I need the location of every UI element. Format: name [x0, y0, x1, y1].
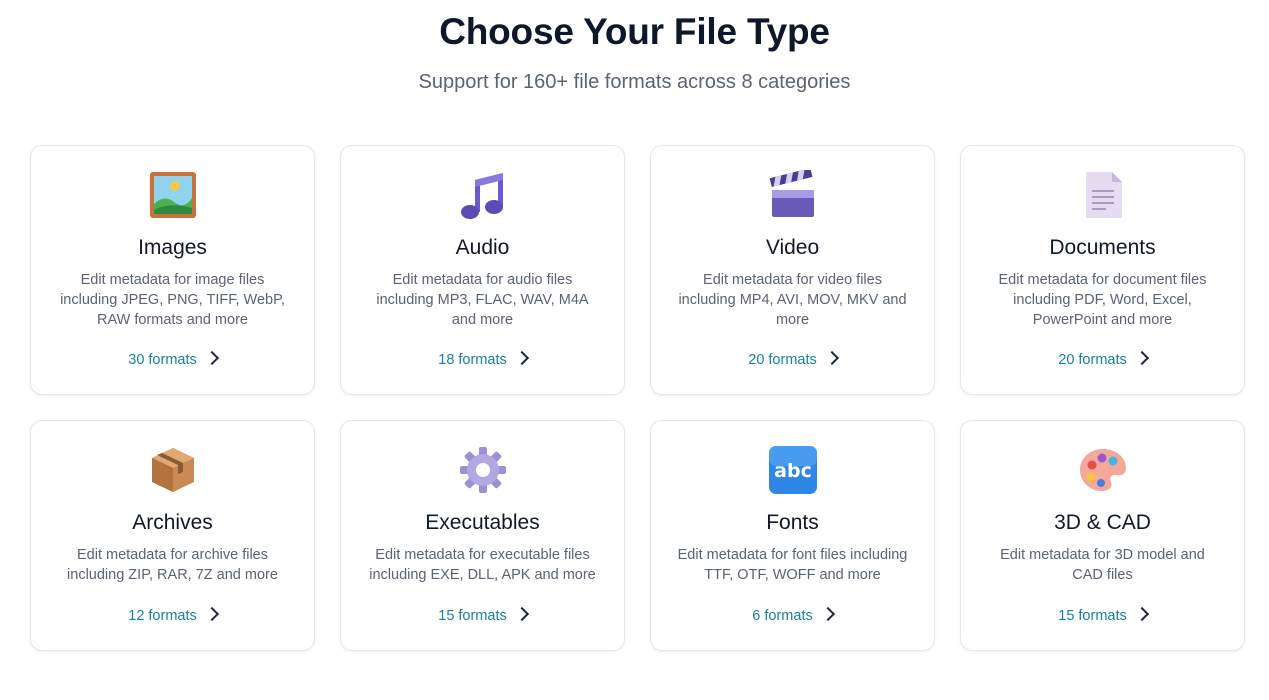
category-card-executables[interactable]: Executables Edit metadata for executable…	[340, 420, 625, 651]
card-title: 3D & CAD	[1054, 511, 1151, 534]
chevron-right-icon	[1134, 606, 1149, 622]
package-box-icon	[148, 445, 198, 495]
page-subtitle: Support for 160+ file formats across 8 c…	[418, 71, 851, 93]
clapper-board-icon	[768, 170, 818, 220]
page-title: Choose Your File Type	[439, 11, 830, 52]
category-card-video[interactable]: Video Edit metadata for video files incl…	[650, 145, 935, 395]
category-card-audio[interactable]: Audio Edit metadata for audio files incl…	[340, 145, 625, 395]
formats-count: 30 formats	[128, 352, 197, 368]
category-card-3d-cad[interactable]: 3D & CAD Edit metadata for 3D model and …	[960, 420, 1245, 651]
formats-count: 18 formats	[438, 352, 507, 368]
formats-count: 15 formats	[438, 608, 507, 624]
card-description: Edit metadata for image files including …	[60, 272, 285, 328]
card-description: Edit metadata for archive files includin…	[67, 547, 278, 583]
music-note-icon	[458, 170, 508, 220]
card-title: Video	[765, 236, 820, 259]
framed-picture-icon	[148, 170, 198, 220]
gear-icon	[458, 445, 508, 495]
formats-count: 12 formats	[128, 608, 197, 624]
formats-link[interactable]: 6 formats	[651, 606, 934, 626]
card-description: Edit metadata for executable files inclu…	[369, 547, 596, 583]
formats-link[interactable]: 15 formats	[341, 606, 624, 626]
category-card-fonts[interactable]: abc Fonts Edit metadata for font files i…	[650, 420, 935, 651]
chevron-right-icon	[1134, 350, 1149, 366]
formats-count: 20 formats	[1058, 352, 1127, 368]
svg-text:abc: abc	[774, 460, 812, 482]
card-title: Archives	[132, 511, 213, 534]
file-type-grid: Images Edit metadata for image files inc…	[30, 145, 1245, 651]
chevron-right-icon	[204, 350, 219, 366]
card-title: Fonts	[766, 511, 819, 534]
formats-link[interactable]: 30 formats	[31, 350, 314, 370]
card-title: Images	[138, 236, 207, 259]
category-card-archives[interactable]: Archives Edit metadata for archive files…	[30, 420, 315, 651]
chevron-right-icon	[824, 350, 839, 366]
card-description: Edit metadata for 3D model and CAD files	[1000, 547, 1205, 583]
category-card-images[interactable]: Images Edit metadata for image files inc…	[30, 145, 315, 395]
chevron-right-icon	[514, 350, 529, 366]
formats-count: 15 formats	[1058, 608, 1127, 624]
formats-count: 20 formats	[748, 352, 817, 368]
formats-link[interactable]: 15 formats	[961, 606, 1244, 626]
artist-palette-icon	[1078, 445, 1128, 495]
formats-link[interactable]: 18 formats	[341, 350, 624, 370]
chevron-right-icon	[820, 606, 835, 622]
card-title: Documents	[1049, 236, 1156, 259]
card-description: Edit metadata for font files including T…	[677, 547, 908, 583]
formats-link[interactable]: 20 formats	[651, 350, 934, 370]
formats-count: 6 formats	[752, 608, 813, 624]
abc-icon: abc	[768, 445, 818, 495]
formats-link[interactable]: 12 formats	[31, 606, 314, 626]
category-card-documents[interactable]: Documents Edit metadata for document fil…	[960, 145, 1245, 395]
formats-link[interactable]: 20 formats	[961, 350, 1244, 370]
chevron-right-icon	[204, 606, 219, 622]
chevron-right-icon	[514, 606, 529, 622]
card-title: Executables	[425, 511, 540, 534]
card-description: Edit metadata for audio files including …	[376, 272, 589, 328]
card-description: Edit metadata for document files includi…	[998, 272, 1207, 328]
document-icon	[1078, 170, 1128, 220]
card-description: Edit metadata for video files including …	[678, 272, 907, 328]
card-title: Audio	[455, 236, 510, 259]
